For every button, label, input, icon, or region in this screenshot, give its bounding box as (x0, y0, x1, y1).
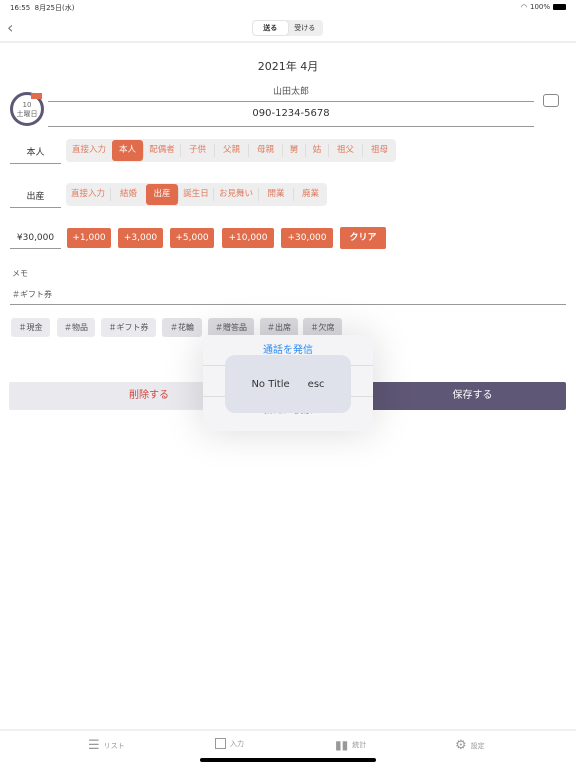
battery-icon (553, 4, 566, 10)
name-field[interactable]: 山田太郎 (48, 84, 534, 97)
header-divider (0, 41, 576, 43)
edit-icon (215, 738, 226, 749)
relation-label[interactable]: 本人 (10, 145, 61, 164)
tab-input[interactable]: 入力 (215, 738, 244, 749)
add-1000-button[interactable]: +1,000 (67, 228, 111, 248)
send-receive-toggle[interactable]: 送る 受ける (252, 20, 323, 36)
relation-option[interactable]: 母親 (248, 144, 282, 157)
tabbar-divider (0, 729, 576, 731)
relation-option[interactable]: 祖父 (328, 144, 362, 157)
relation-option[interactable]: 姑 (305, 144, 328, 157)
gear-icon: ⚙ (455, 738, 467, 753)
tab-list[interactable]: ☰ リスト (88, 738, 125, 753)
divider (48, 126, 534, 127)
event-option[interactable]: 直接入力 (66, 188, 110, 201)
event-option[interactable]: 結婚 (110, 188, 146, 201)
event-selector[interactable]: 直接入力 結婚 出産 誕生日 お見舞い 開業 廃業 (66, 183, 327, 206)
chat-icon[interactable] (543, 94, 559, 107)
relation-option[interactable]: 本人 (112, 140, 143, 161)
arrow-icon (31, 93, 42, 99)
event-option[interactable]: 出産 (146, 184, 178, 205)
phone-field[interactable]: 090-1234-5678 (48, 108, 534, 119)
divider (10, 304, 566, 305)
tag-chip[interactable]: ＃物品 (57, 318, 95, 337)
add-3000-button[interactable]: +3,000 (118, 228, 163, 248)
list-icon: ☰ (88, 738, 100, 753)
tag-chip[interactable]: ＃花輪 (162, 318, 202, 337)
weekday: 土曜日 (16, 110, 38, 118)
add-10000-button[interactable]: +10,000 (222, 228, 274, 248)
relation-option[interactable]: 祖母 (362, 144, 396, 157)
event-option[interactable]: 廃業 (293, 188, 327, 201)
amount-field[interactable]: ¥30,000 (10, 233, 61, 249)
event-label[interactable]: 出産 (10, 189, 61, 208)
status-time: 16:55 8月25日(水) (10, 4, 75, 12)
relation-option[interactable]: 配偶者 (143, 144, 180, 157)
tab-stats[interactable]: ▮▮ 統計 (335, 738, 366, 752)
event-option[interactable]: 誕生日 (178, 188, 213, 201)
relation-option[interactable]: 子供 (180, 144, 214, 157)
relation-option[interactable]: 舅 (282, 144, 305, 157)
event-option[interactable]: お見舞い (213, 188, 258, 201)
relation-option[interactable]: 父親 (214, 144, 248, 157)
back-button[interactable]: ‹ (7, 18, 13, 37)
month-title[interactable]: 2021年 4月 (0, 58, 576, 74)
memo-label: メモ (12, 269, 28, 278)
wifi-icon: ◠ (520, 3, 527, 11)
status-right: ◠ 100% (521, 3, 566, 11)
tag-chip[interactable]: ＃ギフト券 (101, 318, 156, 337)
add-5000-button[interactable]: +5,000 (170, 228, 214, 248)
keyboard-hud: No Title esc (225, 355, 351, 413)
home-indicator (200, 758, 376, 762)
tab-settings[interactable]: ⚙ 設定 (455, 738, 485, 753)
clear-button[interactable]: クリア (340, 227, 386, 249)
event-option[interactable]: 開業 (258, 188, 293, 201)
memo-input[interactable]: ＃ギフト券 (12, 289, 52, 300)
relation-selector[interactable]: 直接入力 本人 配偶者 子供 父親 母親 舅 姑 祖父 祖母 (66, 139, 396, 162)
tab-send[interactable]: 送る (253, 21, 288, 35)
add-30000-button[interactable]: +30,000 (281, 228, 333, 248)
day-number: 10 (22, 101, 32, 109)
tab-receive[interactable]: 受ける (288, 21, 323, 35)
hud-title: No Title (251, 378, 290, 390)
save-button[interactable]: 保存する (339, 382, 566, 410)
relation-option[interactable]: 直接入力 (66, 144, 112, 157)
divider (48, 101, 534, 102)
tag-chip[interactable]: ＃現金 (11, 318, 50, 337)
bar-chart-icon: ▮▮ (335, 738, 349, 752)
esc-key[interactable]: esc (308, 379, 325, 390)
